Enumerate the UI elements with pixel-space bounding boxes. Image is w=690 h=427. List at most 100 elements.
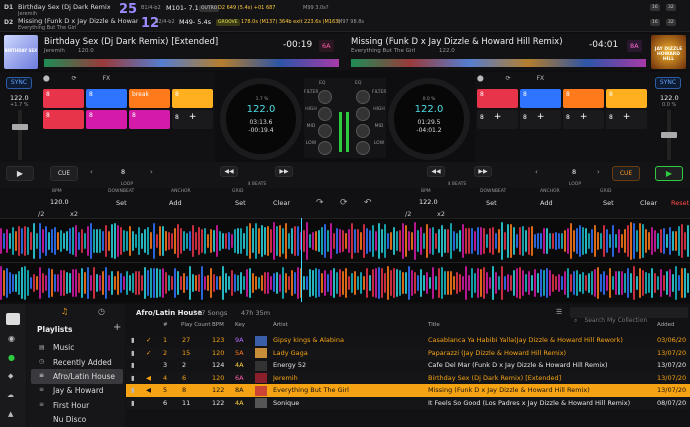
tag-32-bottom[interactable]: 32 — [666, 19, 676, 26]
deck1-grid-clear[interactable]: Clear — [273, 199, 290, 207]
deck2-beatjump-forward[interactable]: ▶▶ — [474, 166, 492, 177]
deck2-grid-bpm[interactable]: 122.0 — [419, 198, 438, 206]
tidal-icon[interactable]: ◆ — [8, 372, 13, 380]
mixer-filter-knob-right[interactable] — [356, 90, 370, 104]
deck1-play-button[interactable]: ▶ — [6, 166, 34, 181]
col-title[interactable]: Title — [428, 322, 440, 328]
table-row[interactable]: ▮ 3 2 124 4A Energy 52 Cafe Del Mar (Funk D x … — [126, 359, 690, 372]
tag-16-bottom[interactable]: 16 — [650, 19, 660, 26]
deck2-pitch-slider[interactable] — [661, 110, 677, 160]
deck1-pad-2[interactable]: 8 — [86, 89, 127, 108]
deck2-pad-8[interactable]: 8 + — [606, 110, 647, 129]
deck2-play-button[interactable]: ▶ — [655, 166, 683, 181]
deck1-loop-next-icon[interactable]: › — [150, 168, 153, 176]
mixer-eq-right[interactable]: EQ — [355, 81, 361, 86]
history-tab-icon[interactable]: ◷ — [98, 307, 105, 316]
mixer-high-knob-right[interactable] — [356, 107, 370, 121]
col-bpm[interactable]: BPM — [212, 322, 224, 328]
add-playlist-icon[interactable]: + — [113, 322, 121, 333]
col-number[interactable]: # — [163, 322, 168, 328]
deck2-overview-waveform[interactable] — [351, 59, 646, 67]
deck1-pad-3[interactable]: break — [129, 89, 170, 108]
deck1-pad-6[interactable]: 8 — [86, 110, 127, 129]
deck1-beatjump-back[interactable]: ◀◀ — [220, 166, 238, 177]
col-play-count[interactable]: Play Count — [181, 322, 211, 328]
deck2-pad-7[interactable]: 8 + — [563, 110, 604, 129]
col-key[interactable]: Key — [235, 322, 245, 328]
mixer-eq-left[interactable]: EQ — [319, 81, 325, 86]
deck2-reset-button[interactable]: Reset — [671, 199, 689, 207]
deck2-anchor-add[interactable]: Add — [540, 199, 553, 207]
deck1-grid-set[interactable]: Set — [235, 199, 246, 207]
slip-icon[interactable]: ↷ — [316, 198, 324, 208]
playlist-afro-latin-house[interactable]: Afro/Latin House — [31, 369, 123, 384]
beatport-icon[interactable]: ▲ — [8, 410, 13, 418]
deck1-sync-button[interactable]: SYNC — [6, 77, 32, 89]
tag-32-top[interactable]: 32 — [666, 4, 676, 11]
table-row[interactable]: ▮ ✓ 2 15 120 5A Lady Gaga Paparazzi (Jay Dizzle… — [126, 346, 690, 359]
table-row[interactable]: ▮ 6 11 122 4A Sonique It Feels So Good (Los Pa… — [126, 396, 690, 409]
deck1-grid-half[interactable]: /2 — [38, 210, 44, 218]
table-row[interactable]: ▮ ✓ 1 27 123 9A Gipsy kings & Alabina Casablanc… — [126, 334, 690, 347]
deck1-cue-button[interactable]: CUE — [50, 166, 78, 181]
playlist-tab-icon[interactable]: ♫ — [61, 307, 68, 316]
deck1-downbeat-set[interactable]: Set — [116, 199, 127, 207]
mixer-mid-knob-left[interactable] — [318, 124, 332, 138]
playlist-jay-howard[interactable]: Jay & Howard — [31, 383, 123, 398]
deck2-loop-prev-icon[interactable]: ‹ — [535, 168, 538, 176]
deck2-beatjump-back[interactable]: ◀◀ — [427, 166, 445, 177]
quantize-icon[interactable]: ↶ — [364, 198, 372, 208]
deck1-pad-1[interactable]: 8 — [43, 89, 84, 108]
deck1-anchor-add[interactable]: Add — [169, 199, 182, 207]
deck2-pad-1[interactable]: 8 — [477, 89, 518, 108]
deck1-grid-bpm[interactable]: 120.0 — [50, 198, 69, 206]
mixer-filter-knob-left[interactable] — [318, 90, 332, 104]
playlist-recently-added[interactable]: Recently Added — [31, 355, 123, 370]
row-title: It Feels So Good (Los Padres x Jay Dizzl… — [428, 398, 631, 407]
deck1-pad-4[interactable]: 8 — [172, 89, 213, 108]
deck2-pad-2[interactable]: 8 — [520, 89, 561, 108]
deck2-waveform[interactable] — [0, 262, 690, 302]
deck1-loop-prev-icon[interactable]: ‹ — [90, 168, 93, 176]
deck1-overview-waveform[interactable] — [44, 59, 339, 67]
deck2-cue-button[interactable]: CUE — [612, 166, 640, 181]
sync-link-icon[interactable]: ⟳ — [340, 198, 348, 208]
mixer-low-knob-left[interactable] — [318, 141, 332, 155]
col-artist[interactable]: Artist — [273, 322, 288, 328]
playlist-nu-disco[interactable]: Nu Disco — [31, 412, 123, 427]
list-view-icon[interactable]: ☰ — [556, 308, 562, 316]
playlist-music[interactable]: Music — [31, 340, 123, 355]
search-input[interactable]: Search My Collection — [584, 317, 647, 324]
deck1-pad-5[interactable]: 8 — [43, 110, 84, 129]
tag-16-top[interactable]: 16 — [650, 4, 660, 11]
deck1-pad-7[interactable]: 8 — [129, 110, 170, 129]
col-added[interactable]: Added — [657, 322, 675, 328]
deck2-pad-4[interactable]: 8 — [606, 89, 647, 108]
deck2-pad-6[interactable]: 8 + — [520, 110, 561, 129]
deck1-grid-double[interactable]: x2 — [70, 210, 78, 218]
deck2-grid-clear[interactable]: Clear — [640, 199, 657, 207]
deck2-grid-half[interactable]: /2 — [405, 210, 411, 218]
playlist-first-hour[interactable]: First Hour — [31, 398, 123, 413]
table-row[interactable]: ▮ ◀ 5 8 122 8A Everything But The Girl Missing … — [126, 384, 690, 397]
music-service-icon[interactable]: ◉ — [8, 334, 15, 343]
deck2-grid-double[interactable]: x2 — [437, 210, 445, 218]
deck2-pad-3[interactable]: 8 — [563, 89, 604, 108]
mixer-low-knob-right[interactable] — [356, 141, 370, 155]
library-collection-icon[interactable] — [6, 313, 20, 325]
deck1-beatjump-forward[interactable]: ▶▶ — [275, 166, 293, 177]
spotify-icon[interactable]: ● — [8, 353, 15, 362]
table-row[interactable]: ▮ ◀ 4 6 120 6A Jeremih Birthday Sex (Dj Dark Re… — [126, 371, 690, 384]
search-box[interactable]: ⌕ Search My Collection — [570, 307, 688, 324]
soundcloud-icon[interactable]: ☁ — [7, 391, 14, 399]
deck2-loop-next-icon[interactable]: › — [597, 168, 600, 176]
deck2-grid-set[interactable]: Set — [603, 199, 614, 207]
deck2-sync-button[interactable]: SYNC — [655, 77, 681, 89]
deck1-pad-8[interactable]: 8 + — [172, 110, 213, 129]
deck2-pad-5[interactable]: 8 + — [477, 110, 518, 129]
deck1-waveform[interactable] — [0, 218, 690, 262]
deck2-downbeat-set[interactable]: Set — [486, 199, 497, 207]
deck1-pitch-slider[interactable] — [12, 110, 28, 160]
mixer-mid-knob-right[interactable] — [356, 124, 370, 138]
mixer-high-knob-left[interactable] — [318, 107, 332, 121]
